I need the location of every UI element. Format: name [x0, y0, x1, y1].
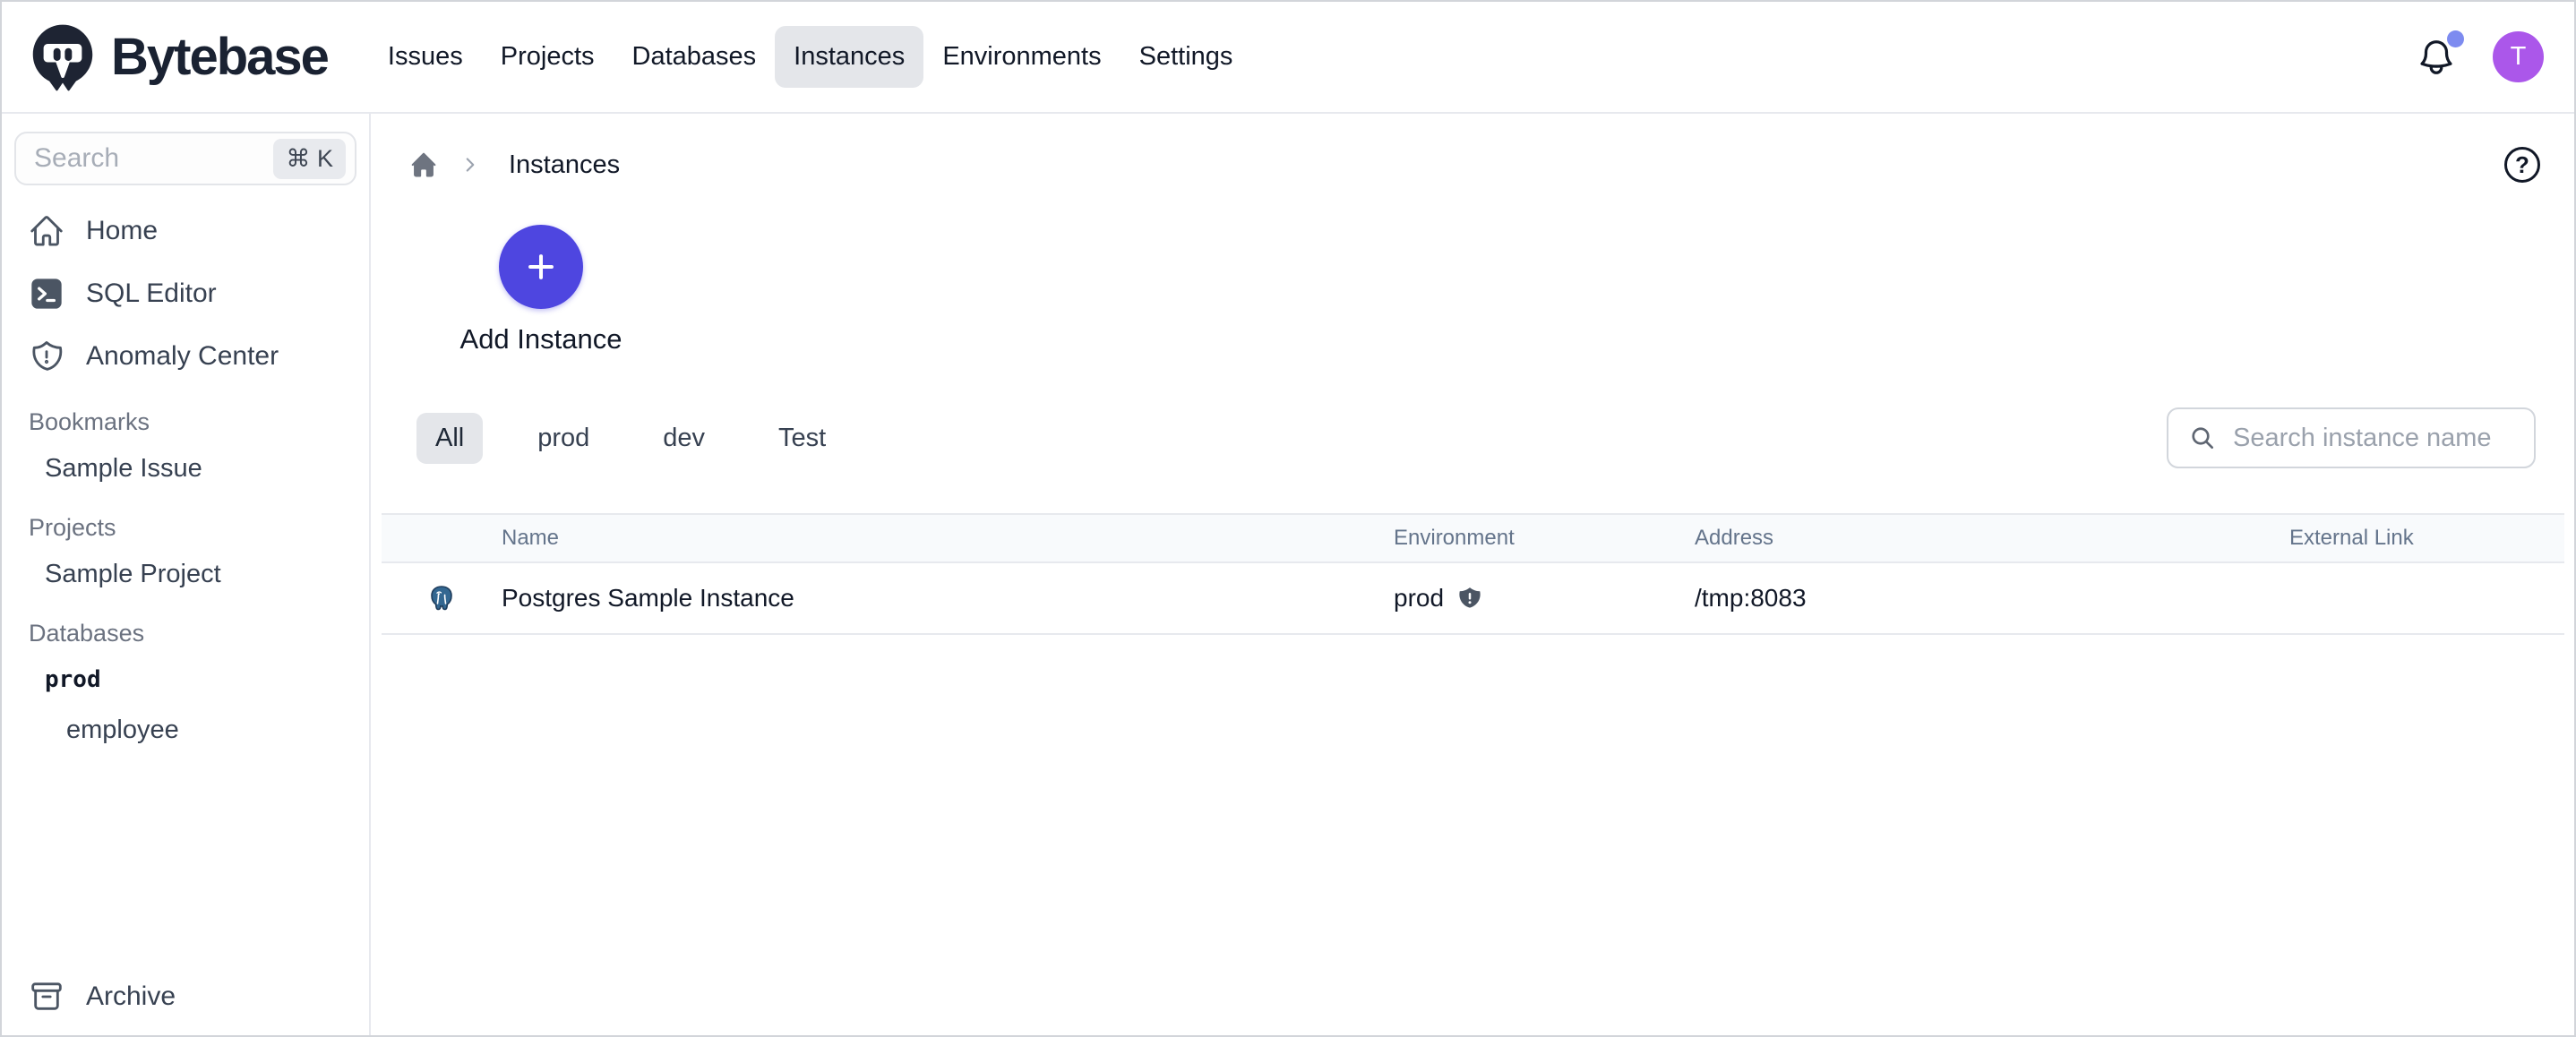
sidebar-item-anomaly-center[interactable]: Anomaly Center [2, 325, 369, 388]
sidebar-section-bookmarks: Bookmarks Sample Issue [2, 400, 369, 493]
plus-icon [499, 225, 583, 309]
sidebar-item-employee[interactable]: employee [2, 705, 369, 755]
shield-alert-icon [29, 339, 64, 374]
main-content: Instances ? Add Instance All prod dev T [371, 114, 2574, 1035]
help-button[interactable]: ? [2504, 147, 2540, 183]
column-header-name: Name [502, 526, 1394, 551]
sidebar-item-label: SQL Editor [86, 279, 217, 309]
column-header-external-link: External Link [2289, 526, 2564, 551]
notification-dot [2447, 30, 2464, 47]
sidebar-item-sample-project[interactable]: Sample Project [2, 549, 369, 599]
sidebar-search[interactable]: ⌘ K [14, 132, 356, 185]
nav-item-instances[interactable]: Instances [775, 26, 923, 88]
sidebar-item-prod[interactable]: prod [2, 655, 369, 705]
archive-icon [29, 979, 64, 1015]
tab-test[interactable]: Test [760, 413, 845, 464]
tab-dev[interactable]: dev [644, 413, 724, 464]
section-header: Projects [2, 506, 369, 549]
breadcrumb-current: Instances [509, 150, 620, 180]
instances-table: Name Environment Address External Link [382, 513, 2564, 635]
tab-all[interactable]: All [416, 413, 483, 464]
add-instance-button[interactable]: Add Instance [458, 225, 624, 356]
instance-environment: prod [1394, 584, 1444, 613]
postgres-icon [427, 583, 456, 613]
sidebar-item-home[interactable]: Home [2, 200, 369, 262]
table-header: Name Environment Address External Link [382, 513, 2564, 563]
top-navbar: Bytebase Issues Projects Databases Insta… [2, 2, 2574, 114]
terminal-icon [29, 276, 64, 312]
nav-item-databases[interactable]: Databases [614, 26, 776, 88]
sidebar-item-archive[interactable]: Archive [2, 965, 369, 1028]
nav-item-issues[interactable]: Issues [369, 26, 482, 88]
tab-prod[interactable]: prod [519, 413, 608, 464]
notifications-button[interactable] [2416, 36, 2457, 79]
protected-shield-icon [1456, 584, 1483, 613]
topnav-right: T [2416, 31, 2544, 82]
sidebar-item-label: Home [86, 216, 158, 246]
instance-address: /tmp:8083 [1695, 584, 2289, 613]
sidebar-section-databases: Databases prod employee [2, 612, 369, 755]
section-header: Bookmarks [2, 400, 369, 443]
breadcrumb-home-icon[interactable] [408, 150, 439, 180]
bytebase-logo-icon [29, 21, 97, 93]
instance-search[interactable] [2167, 407, 2536, 468]
nav-item-environments[interactable]: Environments [923, 26, 1120, 88]
column-header-environment: Environment [1394, 526, 1695, 551]
breadcrumb: Instances ? [408, 146, 2540, 184]
chevron-right-icon [459, 153, 482, 176]
sidebar-item-sql-editor[interactable]: SQL Editor [2, 262, 369, 325]
sidebar-main-list: Home SQL Editor Anomal [2, 200, 369, 388]
bytebase-app: Bytebase Issues Projects Databases Insta… [0, 0, 2576, 1037]
user-avatar[interactable]: T [2493, 31, 2544, 82]
home-icon [29, 213, 64, 249]
brand-name: Bytebase [111, 27, 328, 87]
instance-search-input[interactable] [2233, 424, 2518, 453]
environment-tabs: All prod dev Test [416, 407, 2536, 468]
sidebar-search-input[interactable] [34, 143, 273, 174]
sidebar-item-label: Anomaly Center [86, 341, 279, 372]
bytebase-logo[interactable]: Bytebase [29, 21, 328, 93]
column-header-address: Address [1695, 526, 2289, 551]
add-instance-label: Add Instance [460, 323, 623, 356]
sidebar-item-sample-issue[interactable]: Sample Issue [2, 443, 369, 493]
search-shortcut-badge: ⌘ K [273, 139, 346, 179]
section-header: Databases [2, 612, 369, 655]
nav-item-projects[interactable]: Projects [482, 26, 614, 88]
main-nav: Issues Projects Databases Instances Envi… [369, 26, 1252, 88]
sidebar-item-label: Archive [86, 981, 176, 1012]
search-icon [2188, 424, 2217, 452]
sidebar-section-projects: Projects Sample Project [2, 506, 369, 599]
instance-name: Postgres Sample Instance [502, 584, 1394, 613]
sidebar: ⌘ K Home SQL Editor [2, 114, 371, 1035]
nav-item-settings[interactable]: Settings [1121, 26, 1252, 88]
table-row[interactable]: Postgres Sample Instance prod /tmp:8083 [382, 563, 2564, 635]
